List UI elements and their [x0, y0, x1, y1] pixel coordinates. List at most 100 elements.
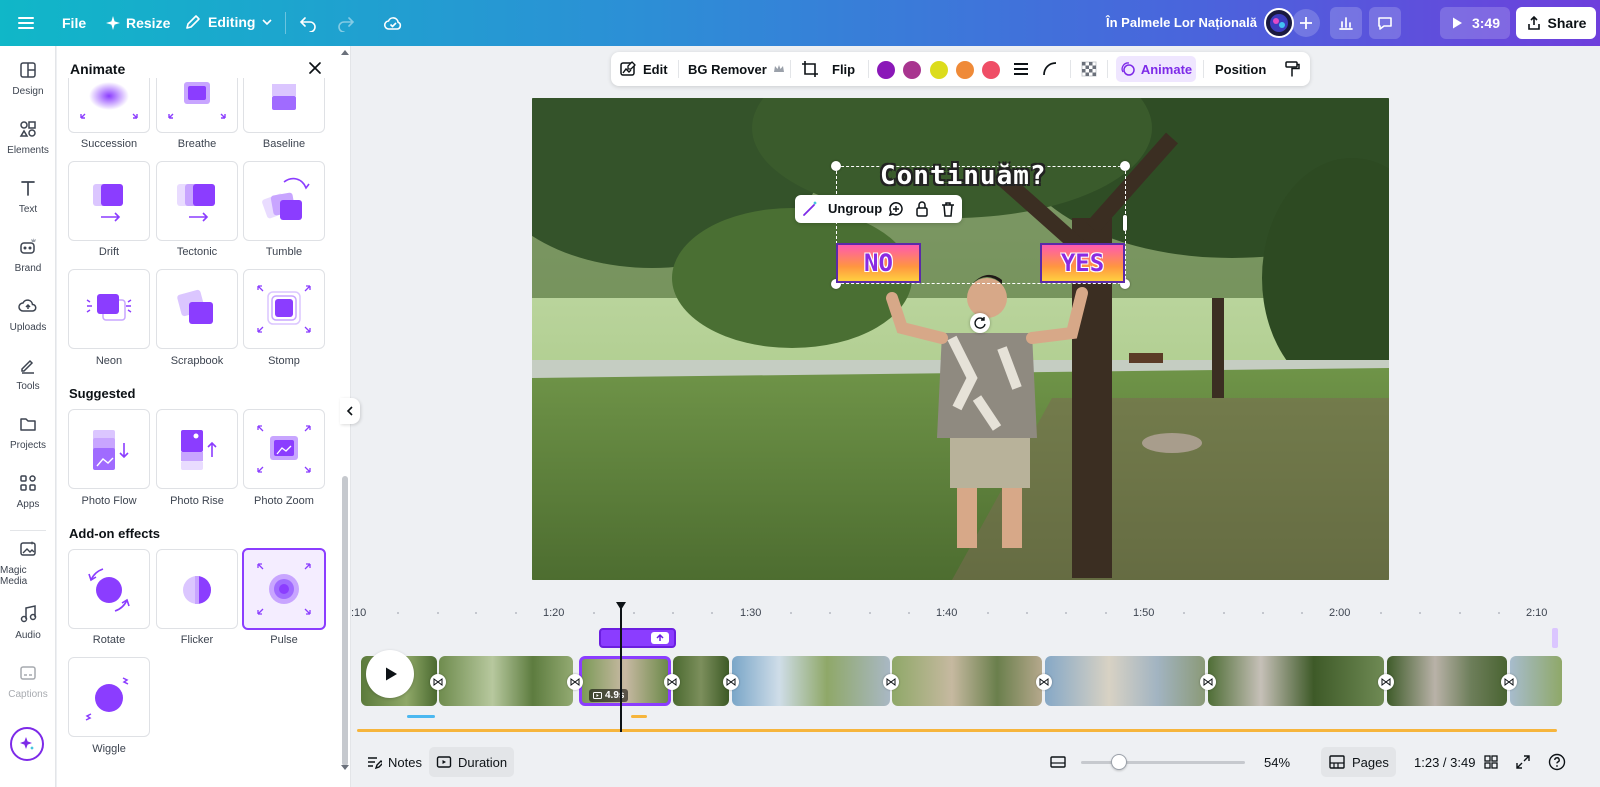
- transition-marker[interactable]: [567, 674, 583, 690]
- music-track[interactable]: [357, 729, 1557, 732]
- copy-style-button[interactable]: [1283, 52, 1301, 86]
- playhead-handle[interactable]: [616, 602, 626, 610]
- resize-button[interactable]: Resize: [106, 15, 170, 31]
- transparency-button[interactable]: [1080, 52, 1098, 86]
- transition-marker[interactable]: [1378, 674, 1394, 690]
- add-comment-button[interactable]: [887, 200, 905, 218]
- timeline[interactable]: :10 1:20 1:30 1:40 1:50 2:00 2:10 4.9s: [351, 598, 1600, 738]
- rail-item-audio[interactable]: Audio: [0, 594, 56, 650]
- duration-button[interactable]: Duration: [429, 747, 515, 777]
- video-clip[interactable]: [892, 656, 1042, 706]
- crop-button[interactable]: [801, 52, 819, 86]
- lock-button[interactable]: [913, 200, 931, 218]
- share-button[interactable]: Share: [1516, 7, 1596, 39]
- video-clip[interactable]: [439, 656, 573, 706]
- magic-edit-button[interactable]: [801, 200, 819, 218]
- present-play-button[interactable]: 3:49: [1440, 7, 1510, 39]
- effect-tile-neon[interactable]: [68, 269, 150, 349]
- timeline-play-button[interactable]: [366, 650, 414, 698]
- effect-tile-breathe[interactable]: [156, 78, 238, 133]
- overlay-question-text[interactable]: Continuăm?: [880, 161, 1047, 191]
- delete-button[interactable]: [939, 200, 957, 218]
- flip-button[interactable]: Flip: [832, 52, 855, 86]
- color-swatch-4[interactable]: [956, 61, 974, 79]
- rail-item-text[interactable]: Text: [0, 168, 56, 224]
- add-collaborator-button[interactable]: [1292, 9, 1320, 37]
- corner-rounding-button[interactable]: [1041, 52, 1059, 86]
- zoom-slider[interactable]: [1081, 761, 1245, 764]
- magic-assistant-button[interactable]: [10, 727, 44, 761]
- rail-item-brand[interactable]: Brand: [0, 227, 56, 283]
- effect-tile-flicker[interactable]: [156, 549, 238, 629]
- video-clip[interactable]: [732, 656, 890, 706]
- effect-tile-drift[interactable]: [68, 161, 150, 241]
- effect-tile-photo-rise[interactable]: [156, 409, 238, 489]
- video-clip[interactable]: [673, 656, 729, 706]
- effect-tile-stomp[interactable]: [243, 269, 325, 349]
- grid-view-button[interactable]: [1476, 747, 1506, 777]
- audio-track-segment[interactable]: [407, 715, 435, 718]
- video-clip[interactable]: [1045, 656, 1205, 706]
- redo-button[interactable]: [330, 7, 362, 39]
- ungroup-button[interactable]: Ungroup: [828, 201, 882, 216]
- rail-item-apps[interactable]: Apps: [0, 463, 56, 519]
- rail-item-tools[interactable]: Tools: [0, 345, 56, 401]
- border-style-button[interactable]: [1012, 52, 1030, 86]
- pages-button[interactable]: Pages: [1321, 747, 1396, 777]
- resize-handle-right[interactable]: [1123, 215, 1127, 231]
- zoom-percentage[interactable]: 54%: [1257, 747, 1297, 777]
- overlay-clip-end[interactable]: [1552, 628, 1558, 648]
- zoom-slider-thumb[interactable]: [1110, 754, 1127, 770]
- resize-handle-top-left[interactable]: [831, 161, 841, 171]
- avatar[interactable]: [1264, 8, 1294, 38]
- audio-track-segment[interactable]: [631, 715, 647, 718]
- transition-marker[interactable]: [664, 674, 680, 690]
- playhead[interactable]: [620, 604, 622, 732]
- project-title[interactable]: În Palmele Lor Națională: [1106, 15, 1257, 30]
- position-button[interactable]: Position: [1215, 52, 1266, 86]
- rail-item-elements[interactable]: Elements: [0, 109, 56, 165]
- rail-item-projects[interactable]: Projects: [0, 404, 56, 460]
- effect-tile-photo-zoom[interactable]: [243, 409, 325, 489]
- effect-tile-wiggle[interactable]: [68, 657, 150, 737]
- scroll-up-arrow[interactable]: [341, 48, 349, 56]
- transition-marker[interactable]: [430, 674, 446, 690]
- save-status-button[interactable]: [377, 7, 409, 39]
- transition-marker[interactable]: [883, 674, 899, 690]
- editing-mode-dropdown[interactable]: Editing: [184, 13, 273, 31]
- rail-item-uploads[interactable]: Uploads: [0, 286, 56, 342]
- bg-remover-button[interactable]: BG Remover: [688, 52, 785, 86]
- rail-item-design[interactable]: Design: [0, 50, 56, 106]
- scroll-down-arrow[interactable]: [341, 764, 349, 772]
- fullscreen-button[interactable]: [1508, 747, 1538, 777]
- edit-button[interactable]: Edit: [619, 52, 668, 86]
- transition-marker[interactable]: [1501, 674, 1517, 690]
- undo-button[interactable]: [292, 7, 324, 39]
- effect-tile-succession[interactable]: [68, 78, 150, 133]
- no-pixel-button[interactable]: NO: [836, 243, 921, 283]
- effect-tile-pulse[interactable]: [242, 548, 326, 630]
- transition-marker[interactable]: [723, 674, 739, 690]
- help-button[interactable]: [1541, 747, 1573, 777]
- rotate-handle[interactable]: [970, 313, 990, 333]
- video-clip-selected[interactable]: 4.9s: [579, 656, 671, 706]
- effect-tile-tectonic[interactable]: [156, 161, 238, 241]
- notes-button[interactable]: Notes: [359, 747, 429, 777]
- effect-tile-tumble[interactable]: [243, 161, 325, 241]
- animate-button[interactable]: Animate: [1116, 56, 1196, 82]
- transition-marker[interactable]: [1200, 674, 1216, 690]
- color-swatch-2[interactable]: [903, 61, 921, 79]
- effect-tile-rotate[interactable]: [68, 549, 150, 629]
- fit-view-button[interactable]: [1042, 747, 1074, 777]
- comments-button[interactable]: [1369, 7, 1401, 39]
- overlay-element-clip[interactable]: [599, 628, 676, 648]
- video-clip[interactable]: [1387, 656, 1507, 706]
- collapse-panel-button[interactable]: [340, 398, 360, 424]
- file-menu[interactable]: File: [62, 15, 86, 31]
- effect-tile-scrapbook[interactable]: [156, 269, 238, 349]
- effect-tile-baseline[interactable]: [243, 78, 325, 133]
- video-clip[interactable]: [1510, 656, 1562, 706]
- transition-marker[interactable]: [1036, 674, 1052, 690]
- menu-button[interactable]: [16, 13, 36, 33]
- effect-tile-photo-flow[interactable]: [68, 409, 150, 489]
